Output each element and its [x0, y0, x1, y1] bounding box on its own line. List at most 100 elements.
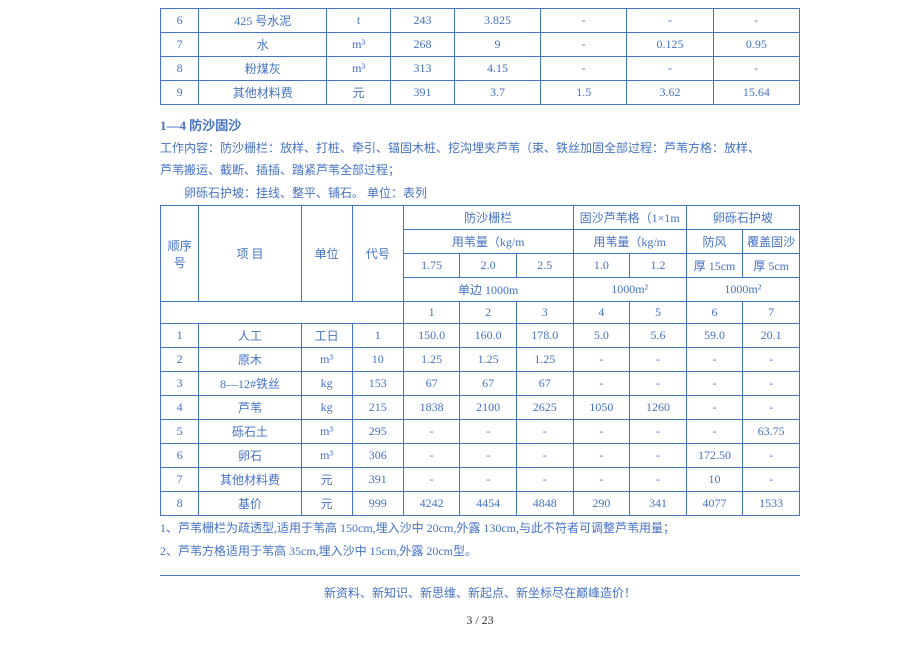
cell: t [327, 9, 391, 33]
cell: 150.0 [403, 324, 460, 348]
cell: 295 [352, 420, 403, 444]
cell: 63.75 [743, 420, 800, 444]
cell: 水 [199, 33, 327, 57]
table-row: 8基价元99942424454484829034140771533 [161, 492, 800, 516]
cell: 1838 [403, 396, 460, 420]
cell: - [573, 420, 630, 444]
cell: 243 [391, 9, 455, 33]
sub-cover: 覆盖固沙 [743, 230, 800, 254]
cell: 290 [573, 492, 630, 516]
table-row: 38—12#铁丝kg153676767---- [161, 372, 800, 396]
cell: kg [301, 396, 352, 420]
cell: 341 [630, 492, 687, 516]
cell: 391 [391, 81, 455, 105]
page-number: 3 / 23 [160, 613, 800, 628]
cell: 9 [454, 33, 540, 57]
colnum-6: 6 [686, 302, 743, 324]
cell: - [541, 9, 627, 33]
cell: 160.0 [460, 324, 517, 348]
note-2: 2、芦苇方格适用于苇高 35cm,埋入沙中 15cm,外露 20cm型。 [160, 541, 800, 561]
col-seq: 顺序号 [161, 206, 199, 302]
cell: - [630, 444, 687, 468]
cell: - [460, 444, 517, 468]
cell: 391 [352, 468, 403, 492]
col-10: 1.0 [573, 254, 630, 278]
cell: m³ [327, 33, 391, 57]
cell: 15.64 [713, 81, 799, 105]
colnum-2: 2 [460, 302, 517, 324]
note-1: 1、芦苇栅栏为疏透型,适用于苇高 150cm,埋入沙中 20cm,外露 130c… [160, 518, 800, 538]
cell: 2625 [516, 396, 573, 420]
group-fence: 防沙栅栏 [403, 206, 573, 230]
cell: - [686, 396, 743, 420]
cell: 1050 [573, 396, 630, 420]
table-row: 2原木m³101.251.251.25---- [161, 348, 800, 372]
cell: - [630, 372, 687, 396]
col-25: 2.5 [516, 254, 573, 278]
col-12: 1.2 [630, 254, 687, 278]
table-row: 9其他材料费元3913.71.53.6215.64 [161, 81, 800, 105]
cell: 20.1 [743, 324, 800, 348]
cell: m³ [327, 57, 391, 81]
table-row: 4芦苇kg21518382100262510501260-- [161, 396, 800, 420]
cell: - [573, 468, 630, 492]
cell: 3.62 [627, 81, 713, 105]
sub-reed-qty-2: 用苇量（kg/m [573, 230, 686, 254]
cell: 153 [352, 372, 403, 396]
cell: 人工 [199, 324, 301, 348]
cell: 1.25 [516, 348, 573, 372]
col-thick15: 厚 15cm [686, 254, 743, 278]
cell: m³ [301, 348, 352, 372]
cell: 0.95 [713, 33, 799, 57]
col-175: 1.75 [403, 254, 460, 278]
cell: - [516, 444, 573, 468]
cell: 原木 [199, 348, 301, 372]
cell: 基价 [199, 492, 301, 516]
col-code: 代号 [352, 206, 403, 302]
cell: 2 [161, 348, 199, 372]
cell: - [541, 33, 627, 57]
cell: 粉煤灰 [199, 57, 327, 81]
cell: - [686, 420, 743, 444]
cell: 172.50 [686, 444, 743, 468]
table-row: 1人工工日1150.0160.0178.05.05.659.020.1 [161, 324, 800, 348]
cell: 1260 [630, 396, 687, 420]
unit-1000m2-a: 1000m² [573, 278, 686, 302]
cell: 67 [516, 372, 573, 396]
footer-tagline: 新资料、新知识、新思维、新起点、新坐标尽在巅峰造价！ [160, 575, 800, 601]
cell: 3.7 [454, 81, 540, 105]
colnum-1: 1 [403, 302, 460, 324]
cell: 5 [161, 420, 199, 444]
cell: 5.0 [573, 324, 630, 348]
cell: 425 号水泥 [199, 9, 327, 33]
cell: - [743, 348, 800, 372]
cell: - [713, 57, 799, 81]
cell: 元 [301, 492, 352, 516]
cell: 4077 [686, 492, 743, 516]
colnum-4: 4 [573, 302, 630, 324]
cell: 工日 [301, 324, 352, 348]
cell: 10 [352, 348, 403, 372]
cell: 1.25 [460, 348, 517, 372]
cell: 1.5 [541, 81, 627, 105]
section-desc-2: 芦苇搬运、截断、插插、踏紧芦苇全部过程； [160, 160, 800, 180]
cell: - [630, 420, 687, 444]
cell: 1533 [743, 492, 800, 516]
cell: - [743, 444, 800, 468]
cell: 215 [352, 396, 403, 420]
cell: - [743, 372, 800, 396]
cell: - [630, 468, 687, 492]
cell: 6 [161, 444, 199, 468]
sub-reed-qty-1: 用苇量（kg/m [403, 230, 573, 254]
col-item: 项 目 [199, 206, 301, 302]
cell: 其他材料费 [199, 468, 301, 492]
unit-1000m: 单边 1000m [403, 278, 573, 302]
cell: 4 [161, 396, 199, 420]
cell: 4.15 [454, 57, 540, 81]
table-row: 7水m³2689-0.1250.95 [161, 33, 800, 57]
unit-1000m2-b: 1000m² [686, 278, 799, 302]
cell: - [713, 9, 799, 33]
table-row: 6425 号水泥t2433.825--- [161, 9, 800, 33]
cell: 306 [352, 444, 403, 468]
cell: 178.0 [516, 324, 573, 348]
